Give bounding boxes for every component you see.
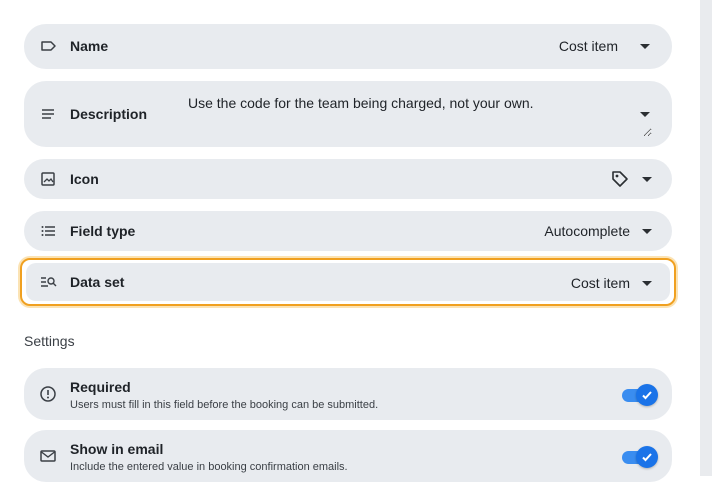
show-in-email-setting[interactable]: Show in email Include the entered value … bbox=[24, 430, 672, 482]
chevron-down-icon[interactable] bbox=[640, 112, 650, 117]
required-description: Users must fill in this field before the… bbox=[70, 399, 379, 411]
icon-field[interactable]: Icon bbox=[24, 159, 672, 199]
image-icon bbox=[38, 169, 58, 189]
show-in-email-toggle[interactable] bbox=[622, 446, 658, 468]
name-label: Name bbox=[70, 38, 109, 54]
check-icon bbox=[636, 446, 658, 468]
name-value[interactable]: Cost item bbox=[559, 38, 618, 54]
data-set-field[interactable]: Data set Cost item bbox=[26, 263, 670, 301]
tag-icon[interactable] bbox=[610, 169, 630, 194]
description-field[interactable]: Description Use the code for the team be… bbox=[24, 81, 672, 147]
chevron-down-icon[interactable] bbox=[642, 177, 652, 182]
label-icon bbox=[38, 36, 58, 56]
chevron-down-icon[interactable] bbox=[642, 229, 652, 234]
settings-heading: Settings bbox=[24, 333, 75, 349]
data-set-label: Data set bbox=[70, 274, 125, 290]
data-set-value[interactable]: Cost item bbox=[571, 275, 630, 291]
field-type-field[interactable]: Field type Autocomplete bbox=[24, 211, 672, 251]
manage-search-icon bbox=[38, 272, 58, 292]
description-input[interactable]: Use the code for the team being charged,… bbox=[186, 91, 652, 137]
scrollbar-track[interactable] bbox=[700, 0, 712, 476]
description-label: Description bbox=[70, 106, 148, 122]
required-label: Required bbox=[70, 379, 131, 395]
show-in-email-label: Show in email bbox=[70, 441, 164, 457]
field-type-label: Field type bbox=[70, 223, 136, 239]
list-icon bbox=[38, 221, 58, 241]
chevron-down-icon[interactable] bbox=[642, 281, 652, 286]
mail-icon bbox=[38, 446, 58, 466]
icon-label: Icon bbox=[70, 171, 99, 187]
show-in-email-description: Include the entered value in booking con… bbox=[70, 461, 348, 473]
field-type-value[interactable]: Autocomplete bbox=[544, 223, 630, 239]
chevron-down-icon[interactable] bbox=[640, 44, 650, 49]
check-icon bbox=[636, 384, 658, 406]
alert-circle-icon bbox=[38, 384, 58, 404]
required-toggle[interactable] bbox=[622, 384, 658, 406]
required-setting[interactable]: Required Users must fill in this field b… bbox=[24, 368, 672, 420]
notes-icon bbox=[38, 104, 58, 124]
name-field[interactable]: Name Cost item bbox=[24, 24, 672, 69]
